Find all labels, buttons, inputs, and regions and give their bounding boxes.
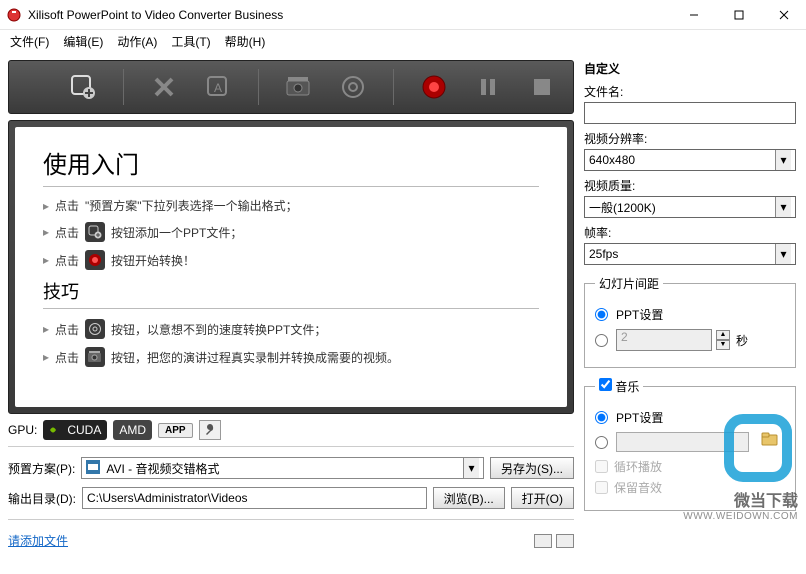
quality-select[interactable]: 一般(1200K)▾ bbox=[584, 196, 796, 218]
filename-label: 文件名: bbox=[584, 83, 796, 100]
speed-icon bbox=[85, 319, 105, 339]
record-presentation-button[interactable] bbox=[285, 73, 313, 101]
status-icon-1[interactable] bbox=[534, 534, 552, 548]
camera-icon bbox=[85, 347, 105, 367]
window-title: Xilisoft PowerPoint to Video Converter B… bbox=[28, 8, 671, 22]
resolution-select[interactable]: 640x480▾ bbox=[584, 149, 796, 171]
slide-interval-group: 幻灯片间距 PPT设置 2 ▲▼ 秒 bbox=[584, 275, 796, 368]
quality-label: 视频质量: bbox=[584, 177, 796, 194]
browse-button[interactable]: 浏览(B)... bbox=[433, 487, 505, 509]
custom-heading: 自定义 bbox=[584, 60, 796, 77]
music-path-input bbox=[616, 432, 749, 452]
menu-help[interactable]: 帮助(H) bbox=[219, 31, 272, 52]
record-icon bbox=[85, 250, 105, 270]
chevron-down-icon: ▾ bbox=[775, 197, 791, 217]
music-custom-radio[interactable] bbox=[595, 436, 608, 449]
loop-checkbox bbox=[595, 460, 608, 473]
gpu-settings-button[interactable] bbox=[199, 420, 221, 440]
open-button[interactable]: 打开(O) bbox=[511, 487, 574, 509]
music-ppt-radio[interactable] bbox=[595, 411, 608, 424]
fps-label: 帧率: bbox=[584, 224, 796, 241]
gpu-row: GPU: CUDA AMD APP bbox=[8, 420, 574, 440]
custom-seconds-radio[interactable] bbox=[595, 334, 608, 347]
filename-input[interactable] bbox=[584, 102, 796, 124]
seconds-input: 2 bbox=[616, 329, 712, 351]
add-file-icon bbox=[85, 222, 105, 242]
toolbar: A bbox=[8, 60, 574, 114]
app-badge[interactable]: APP bbox=[158, 423, 193, 438]
svg-text:A: A bbox=[214, 81, 222, 95]
minimize-button[interactable] bbox=[671, 0, 716, 29]
clear-button[interactable]: A bbox=[204, 73, 232, 101]
ppt-setting-radio[interactable] bbox=[595, 308, 608, 321]
start-convert-button[interactable] bbox=[420, 73, 448, 101]
titlebar: Xilisoft PowerPoint to Video Converter B… bbox=[0, 0, 806, 30]
preset-label: 预置方案(P): bbox=[8, 460, 75, 477]
fps-select[interactable]: 25fps▾ bbox=[584, 243, 796, 265]
keep-audio-checkbox bbox=[595, 481, 608, 494]
music-checkbox[interactable] bbox=[599, 378, 612, 391]
heading-getting-started: 使用入门 bbox=[43, 145, 539, 187]
chevron-down-icon: ▾ bbox=[775, 244, 791, 264]
menu-edit[interactable]: 编辑(E) bbox=[57, 31, 109, 52]
stop-button[interactable] bbox=[528, 73, 556, 101]
chevron-down-icon: ▾ bbox=[775, 150, 791, 170]
menubar: 文件(F) 编辑(E) 动作(A) 工具(T) 帮助(H) bbox=[0, 30, 806, 52]
getting-started-panel: 使用入门 ▸点击"预置方案"下拉列表选择一个输出格式； ▸点击 按钮添加一个PP… bbox=[15, 127, 567, 407]
close-button[interactable] bbox=[761, 0, 806, 29]
delete-button[interactable] bbox=[150, 73, 178, 101]
properties-pane: 自定义 文件名: 视频分辨率: 640x480▾ 视频质量: 一般(1200K)… bbox=[574, 52, 806, 574]
output-label: 输出目录(D): bbox=[8, 490, 76, 507]
add-file-button[interactable] bbox=[69, 73, 97, 101]
music-group: 音乐 PPT设置 循环播放 保留音效 bbox=[584, 378, 796, 511]
fast-convert-button[interactable] bbox=[339, 73, 367, 101]
menu-action[interactable]: 动作(A) bbox=[111, 31, 163, 52]
resolution-label: 视频分辨率: bbox=[584, 130, 796, 147]
menu-file[interactable]: 文件(F) bbox=[4, 31, 55, 52]
seconds-spinner: ▲▼ bbox=[716, 330, 730, 350]
chevron-down-icon: ▾ bbox=[463, 458, 479, 478]
saveas-button[interactable]: 另存为(S)... bbox=[490, 457, 574, 479]
status-icon-2[interactable] bbox=[556, 534, 574, 548]
output-path-field[interactable]: C:\Users\Administrator\Videos bbox=[82, 487, 427, 509]
heading-tips: 技巧 bbox=[43, 278, 539, 309]
wrench-icon bbox=[204, 424, 216, 436]
gpu-label: GPU: bbox=[8, 423, 37, 437]
preset-combo[interactable]: AVI - 音视频交错格式 ▾ bbox=[81, 457, 484, 479]
maximize-button[interactable] bbox=[716, 0, 761, 29]
menu-tools[interactable]: 工具(T) bbox=[165, 31, 216, 52]
music-browse-button[interactable] bbox=[761, 432, 785, 452]
avi-icon bbox=[86, 460, 102, 476]
add-file-link[interactable]: 请添加文件 bbox=[8, 532, 68, 549]
pause-button[interactable] bbox=[474, 73, 502, 101]
cuda-badge[interactable]: CUDA bbox=[43, 420, 107, 440]
app-icon bbox=[6, 7, 22, 23]
nvidia-icon bbox=[49, 425, 63, 435]
amd-badge[interactable]: AMD bbox=[113, 420, 152, 440]
